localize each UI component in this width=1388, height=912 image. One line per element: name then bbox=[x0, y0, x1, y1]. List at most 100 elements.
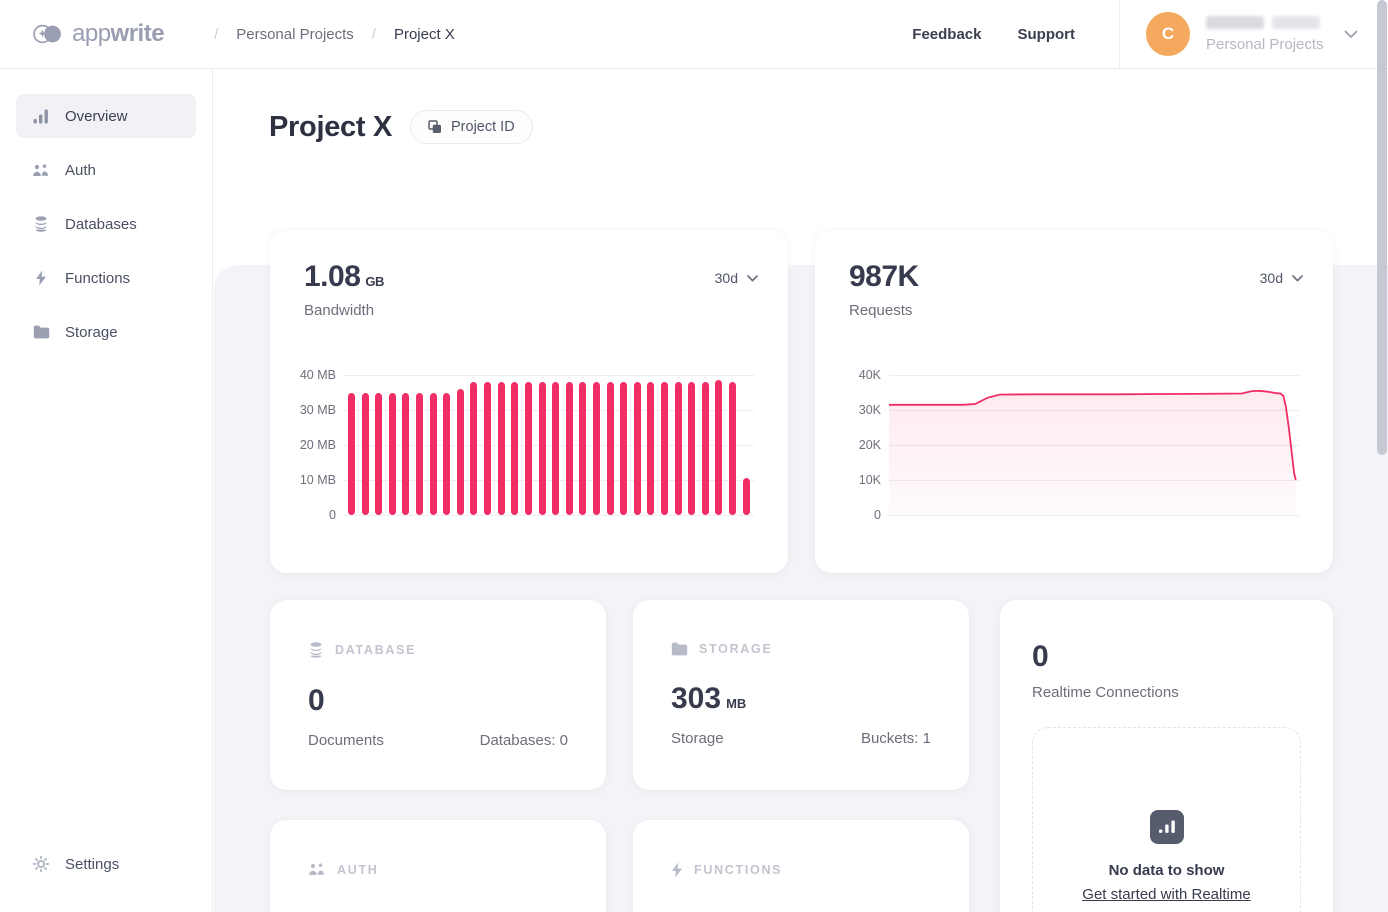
database-card[interactable]: DATABASE 0 Documents Databases: 0 bbox=[270, 600, 606, 790]
sidebar-item-label: Databases bbox=[65, 216, 137, 233]
bandwidth-bar bbox=[675, 382, 682, 515]
database-primary-label: Documents bbox=[308, 732, 384, 749]
bandwidth-value: 1.08 bbox=[304, 260, 360, 293]
bandwidth-y-axis: 40 MB30 MB20 MB10 MB0 bbox=[300, 375, 344, 515]
copy-icon bbox=[428, 120, 442, 134]
y-tick-label: 40 MB bbox=[300, 368, 336, 382]
bar-chart-icon bbox=[32, 109, 50, 124]
storage-section-label: STORAGE bbox=[699, 642, 773, 656]
sidebar: Overview Auth Databases Functions Storag… bbox=[0, 69, 213, 912]
users-icon bbox=[32, 163, 50, 178]
sidebar-item-settings[interactable]: Settings bbox=[16, 842, 196, 886]
sidebar-item-functions[interactable]: Functions bbox=[16, 256, 196, 300]
bandwidth-bar bbox=[620, 382, 627, 515]
storage-card[interactable]: STORAGE 303 MB Storage Buckets: 1 bbox=[633, 600, 969, 790]
functions-card[interactable]: FUNCTIONS bbox=[633, 820, 969, 912]
storage-value: 303 bbox=[671, 682, 721, 715]
auth-card[interactable]: AUTH bbox=[270, 820, 606, 912]
chevron-down-icon bbox=[1344, 30, 1358, 39]
y-tick-label: 10 MB bbox=[300, 473, 336, 487]
y-tick-label: 30K bbox=[859, 403, 881, 417]
bandwidth-bar bbox=[470, 382, 477, 515]
top-bar: appwrite / Personal Projects / Project X… bbox=[0, 0, 1388, 69]
bandwidth-range-value: 30d bbox=[715, 270, 738, 286]
bandwidth-bar bbox=[402, 393, 409, 516]
app-window: appwrite / Personal Projects / Project X… bbox=[0, 0, 1388, 912]
bandwidth-bar bbox=[430, 393, 437, 516]
chevron-down-icon bbox=[1292, 275, 1303, 282]
bandwidth-chart: 40 MB30 MB20 MB10 MB0 bbox=[300, 375, 754, 515]
feedback-link[interactable]: Feedback bbox=[912, 26, 981, 43]
requests-label: Requests bbox=[815, 294, 1333, 319]
gridline bbox=[344, 515, 754, 516]
account-meta: Personal Projects bbox=[1206, 16, 1324, 53]
storage-secondary-label: Buckets: 1 bbox=[861, 730, 931, 747]
sidebar-item-label: Functions bbox=[65, 270, 130, 287]
requests-card: 987K 30d Requests 40K30K20K10K0 bbox=[815, 230, 1333, 573]
bandwidth-bars bbox=[348, 375, 750, 515]
account-menu[interactable]: C Personal Projects bbox=[1120, 0, 1388, 69]
requests-line-chart bbox=[889, 375, 1299, 515]
realtime-value: 0 bbox=[1000, 600, 1333, 674]
bandwidth-bar bbox=[484, 382, 491, 515]
appwrite-logo-icon bbox=[32, 23, 64, 45]
sidebar-item-databases[interactable]: Databases bbox=[16, 202, 196, 246]
appwrite-logo-text: appwrite bbox=[72, 20, 164, 48]
support-link[interactable]: Support bbox=[1018, 26, 1076, 43]
sidebar-item-label: Overview bbox=[65, 108, 128, 125]
breadcrumb-separator: / bbox=[196, 26, 236, 43]
breadcrumb-personal-projects[interactable]: Personal Projects bbox=[236, 26, 354, 43]
sidebar-item-storage[interactable]: Storage bbox=[16, 310, 196, 354]
bandwidth-card: 1.08GB 30d Bandwidth 40 MB30 MB20 MB10 M… bbox=[270, 230, 788, 573]
appwrite-logo[interactable]: appwrite bbox=[32, 20, 164, 48]
bandwidth-value-group: 1.08 GB bbox=[304, 260, 384, 294]
bandwidth-bar bbox=[715, 380, 722, 515]
realtime-empty-state: No data to show Get started with Realtim… bbox=[1032, 727, 1301, 912]
realtime-empty-title: No data to show bbox=[1109, 862, 1225, 879]
bandwidth-bar bbox=[375, 393, 382, 516]
requests-value: 987K bbox=[849, 260, 919, 293]
sidebar-item-label: Storage bbox=[65, 324, 118, 341]
chevron-down-icon bbox=[747, 275, 758, 282]
bandwidth-bar bbox=[457, 389, 464, 515]
page-head: Project X Project ID bbox=[269, 110, 533, 144]
bandwidth-bar bbox=[702, 382, 709, 515]
bandwidth-unit: GB bbox=[365, 274, 384, 289]
requests-chart: 40K30K20K10K0 bbox=[845, 375, 1299, 515]
bandwidth-bar bbox=[416, 393, 423, 516]
sidebar-item-overview[interactable]: Overview bbox=[16, 94, 196, 138]
bandwidth-plot bbox=[344, 375, 754, 515]
vertical-scrollbar-thumb[interactable] bbox=[1377, 0, 1387, 455]
storage-foot: Storage Buckets: 1 bbox=[633, 716, 969, 747]
bandwidth-bar bbox=[539, 382, 546, 515]
project-id-badge-label: Project ID bbox=[451, 119, 515, 135]
requests-range-value: 30d bbox=[1260, 270, 1283, 286]
requests-range-select[interactable]: 30d bbox=[1260, 270, 1303, 286]
bandwidth-bar bbox=[443, 393, 450, 516]
database-section-head: DATABASE bbox=[270, 600, 606, 658]
project-id-badge[interactable]: Project ID bbox=[410, 110, 533, 144]
storage-primary-label: Storage bbox=[671, 730, 724, 747]
breadcrumb-project-x[interactable]: Project X bbox=[394, 26, 455, 43]
sidebar-item-auth[interactable]: Auth bbox=[16, 148, 196, 192]
y-tick-label: 0 bbox=[329, 508, 336, 522]
database-section-label: DATABASE bbox=[335, 643, 416, 657]
bandwidth-range-select[interactable]: 30d bbox=[715, 270, 758, 286]
database-value: 0 bbox=[270, 658, 606, 718]
y-tick-label: 0 bbox=[874, 508, 881, 522]
database-secondary-label: Databases: 0 bbox=[480, 732, 568, 749]
database-icon bbox=[308, 642, 324, 658]
requests-value-group: 987K bbox=[849, 260, 919, 294]
bandwidth-bar bbox=[634, 382, 641, 515]
breadcrumb-separator: / bbox=[354, 26, 394, 43]
users-icon bbox=[308, 862, 326, 877]
functions-section-head: FUNCTIONS bbox=[633, 820, 969, 878]
bandwidth-bar bbox=[743, 478, 750, 515]
requests-plot bbox=[889, 375, 1299, 515]
get-started-realtime-link[interactable]: Get started with Realtime bbox=[1082, 886, 1250, 903]
bandwidth-bar bbox=[566, 382, 573, 515]
storage-unit: MB bbox=[726, 696, 746, 711]
gridline bbox=[889, 515, 1299, 516]
requests-card-head: 987K 30d bbox=[815, 230, 1333, 294]
y-tick-label: 20K bbox=[859, 438, 881, 452]
